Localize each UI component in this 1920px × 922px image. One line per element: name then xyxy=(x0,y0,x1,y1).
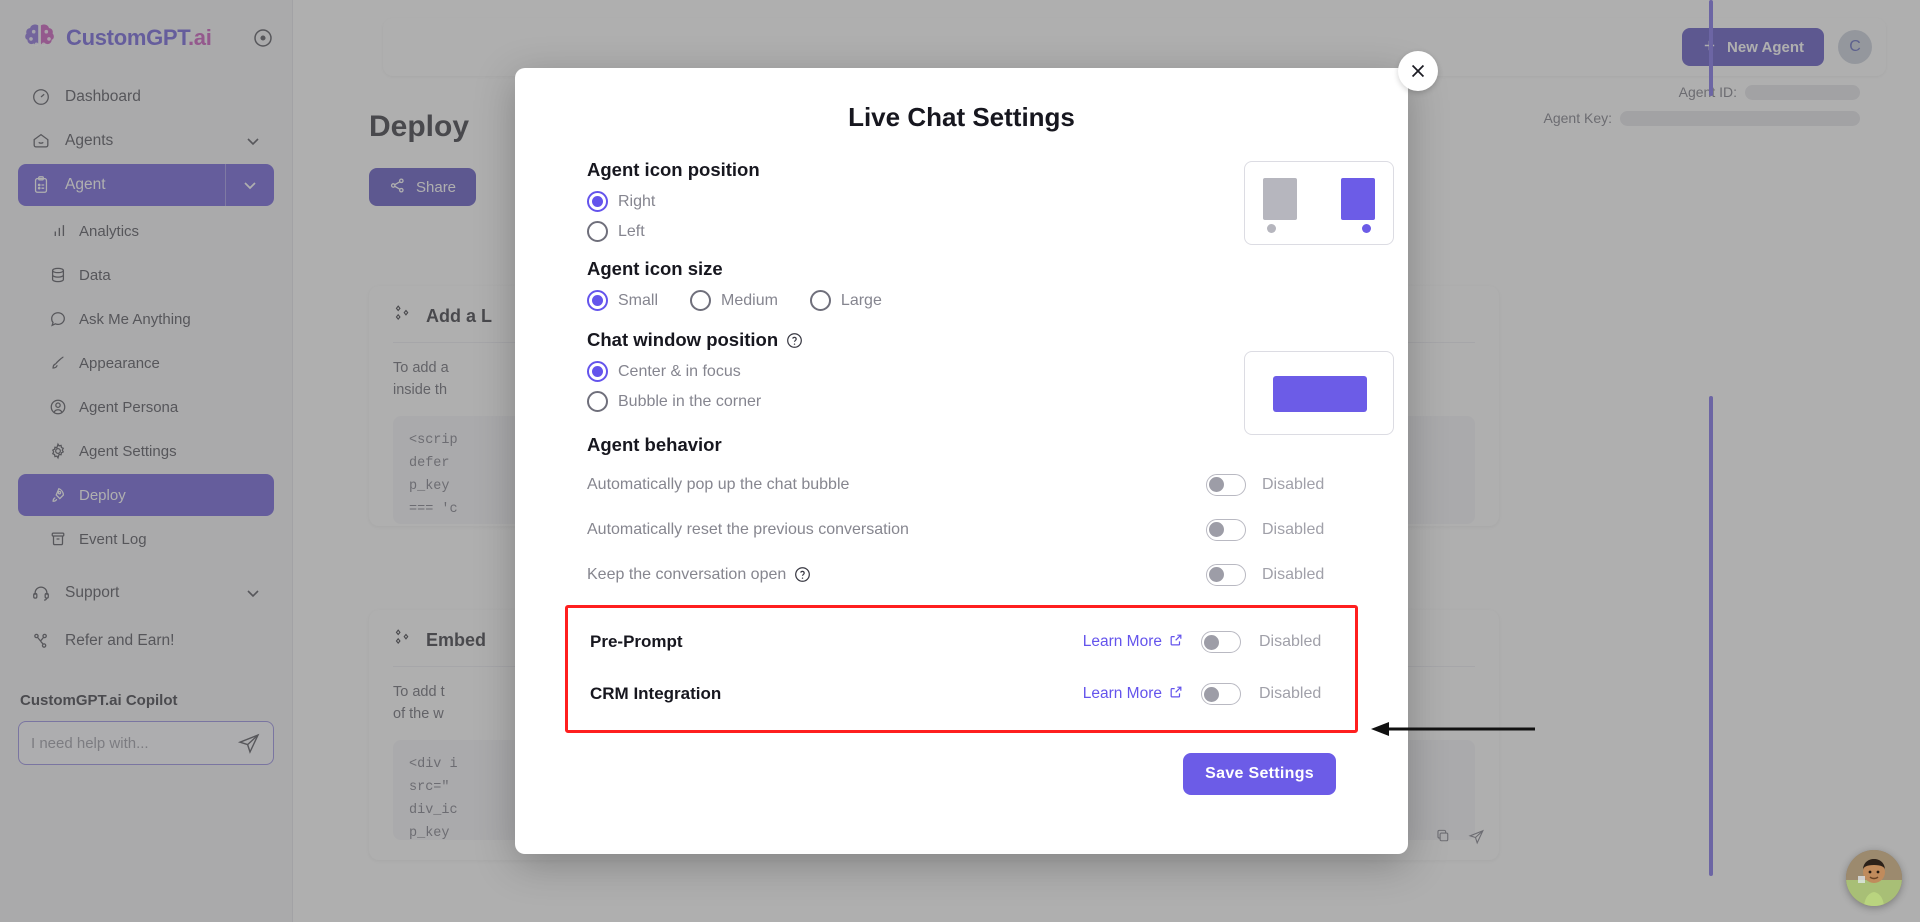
behavior-label-text: Keep the conversation open xyxy=(587,565,787,583)
radio-label: Left xyxy=(618,222,645,240)
close-icon[interactable] xyxy=(1398,51,1438,91)
radio-label: Center & in focus xyxy=(618,362,741,380)
behavior-controls: Disabled xyxy=(1206,518,1336,541)
preview-agent-icon-position xyxy=(1244,161,1394,245)
radio-indicator[interactable] xyxy=(587,361,608,382)
radio-agent-icon-size-small[interactable] xyxy=(587,290,608,311)
radio-indicator[interactable] xyxy=(587,191,608,212)
radio-agent-icon-size-medium[interactable] xyxy=(690,290,712,311)
help-icon[interactable] xyxy=(794,566,811,583)
preview-chat-window-position xyxy=(1244,351,1394,435)
behavior-controls: Disabled xyxy=(1206,473,1336,496)
behavior-label: Keep the conversation open xyxy=(587,566,811,584)
behavior-row-auto-popup: Automatically pop up the chat bubble Dis… xyxy=(587,462,1336,507)
toggle-knob xyxy=(1209,477,1224,492)
external-link-icon xyxy=(1169,685,1183,704)
behavior-controls: Learn More Disabled xyxy=(1083,683,1333,705)
behavior-state: Disabled xyxy=(1262,565,1325,583)
section-title-agent-behavior: Agent behavior xyxy=(587,434,722,455)
toggle-auto-popup[interactable] xyxy=(1206,473,1246,496)
section-title-agent-icon-position: Agent icon position xyxy=(587,159,760,180)
behavior-label: Pre-Prompt xyxy=(590,632,683,651)
help-icon[interactable] xyxy=(786,332,803,349)
behavior-state: Disabled xyxy=(1259,685,1322,702)
radio-chat-window-bubble[interactable]: Bubble in the corner xyxy=(587,391,1336,412)
section-title-chat-window-position: Chat window position xyxy=(587,329,1336,351)
learn-more-link-crm-integration[interactable]: Learn More xyxy=(1083,685,1183,704)
annotation-arrow xyxy=(1371,722,1535,736)
toggle-knob xyxy=(1209,567,1224,582)
behavior-state: Disabled xyxy=(1262,520,1325,538)
radio-indicator[interactable] xyxy=(587,221,608,242)
modal-footer: Save Settings xyxy=(515,733,1408,795)
behavior-state: Disabled xyxy=(1259,633,1322,650)
radio-label: Bubble in the corner xyxy=(618,392,762,410)
radio-label: Small xyxy=(618,291,659,309)
behavior-row-crm-integration: CRM Integration Learn More Disabled xyxy=(590,668,1333,720)
toggle-pre-prompt[interactable] xyxy=(1201,631,1241,653)
support-chat-avatar[interactable] xyxy=(1846,850,1902,906)
radio-label: Medium xyxy=(721,291,778,309)
section-title-text: Chat window position xyxy=(587,329,779,350)
toggle-knob xyxy=(1204,634,1219,650)
modal-title: Live Chat Settings xyxy=(848,102,1075,132)
radio-agent-icon-position-right[interactable]: Right xyxy=(587,191,1336,212)
toggle-knob xyxy=(1204,686,1219,702)
toggle-auto-reset[interactable] xyxy=(1206,518,1246,541)
toggle-crm-integration[interactable] xyxy=(1201,683,1241,705)
toggle-knob xyxy=(1209,522,1224,537)
behavior-label: CRM Integration xyxy=(590,684,722,703)
app-root: CustomGPT.ai Dashboard xyxy=(0,0,1920,922)
behavior-row-keep-open: Keep the conversation open Disabled xyxy=(587,552,1336,597)
learn-more-link-pre-prompt[interactable]: Learn More xyxy=(1083,633,1183,652)
behavior-label: Automatically reset the previous convers… xyxy=(587,520,909,538)
modal-body: Agent icon position Right Left Agent ico… xyxy=(515,159,1408,733)
radio-group-agent-icon-size: Small Medium Large xyxy=(587,290,1336,311)
behavior-state: Disabled xyxy=(1262,475,1325,493)
behavior-row-auto-reset: Automatically reset the previous convers… xyxy=(587,507,1336,552)
annotation-highlight-box: Pre-Prompt Learn More Disabled CRM Integ… xyxy=(565,605,1358,733)
radio-indicator[interactable] xyxy=(587,391,608,412)
behavior-row-pre-prompt: Pre-Prompt Learn More Disabled xyxy=(590,616,1333,668)
radio-chat-window-center[interactable]: Center & in focus xyxy=(587,361,1336,382)
learn-more-label: Learn More xyxy=(1082,633,1162,650)
radio-label: Large xyxy=(840,291,882,309)
behavior-controls: Learn More Disabled xyxy=(1083,631,1333,653)
learn-more-label: Learn More xyxy=(1082,685,1162,702)
toggle-keep-conversation-open[interactable] xyxy=(1206,563,1246,586)
behavior-controls: Disabled xyxy=(1206,563,1336,586)
radio-label: Right xyxy=(618,192,656,210)
live-chat-settings-modal: Live Chat Settings Agent icon position R… xyxy=(515,51,1438,854)
save-settings-button[interactable]: Save Settings xyxy=(1183,753,1336,795)
radio-agent-icon-position-left[interactable]: Left xyxy=(587,221,1336,242)
external-link-icon xyxy=(1169,633,1183,652)
radio-agent-icon-size-large[interactable] xyxy=(809,290,831,311)
behavior-label: Automatically pop up the chat bubble xyxy=(587,475,850,493)
section-title-agent-icon-size: Agent icon size xyxy=(587,258,723,279)
